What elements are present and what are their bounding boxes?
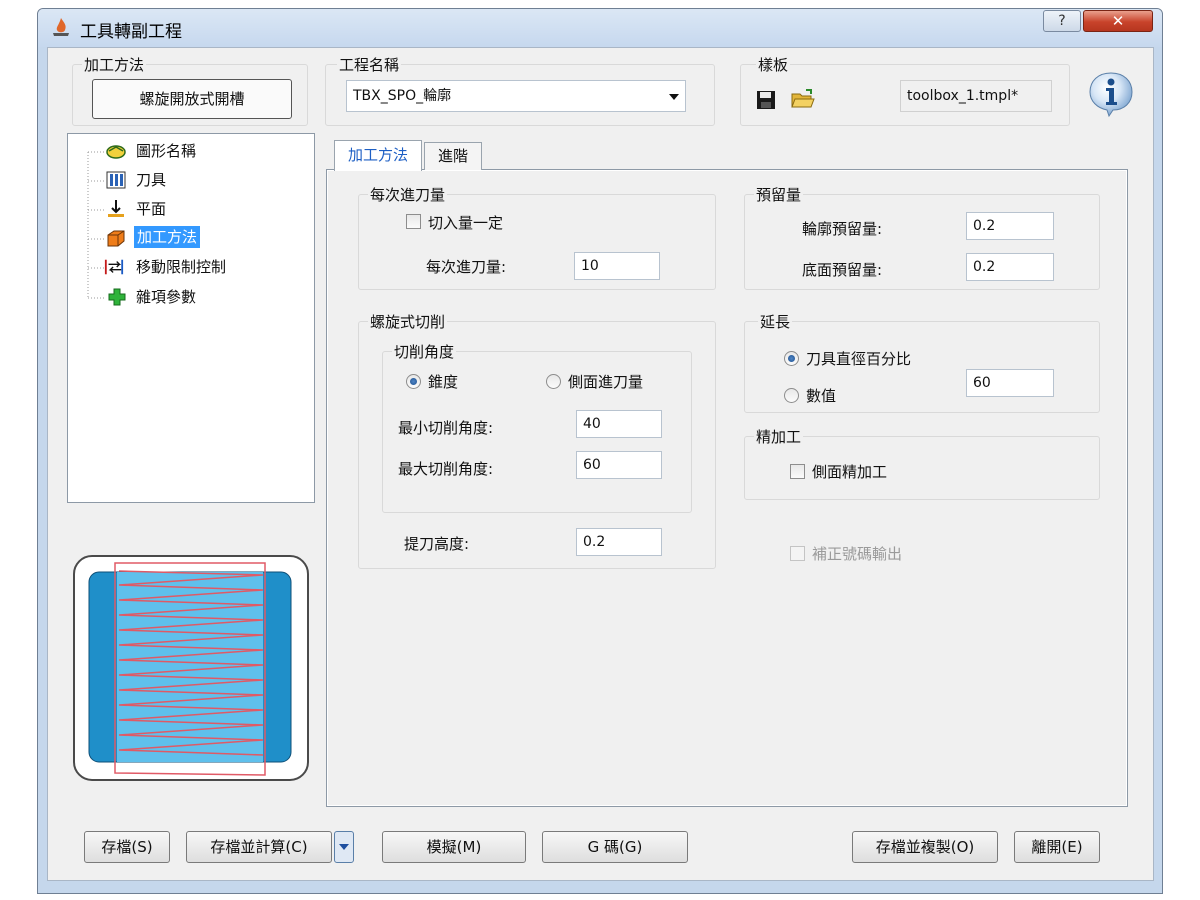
- open-folder-icon[interactable]: [791, 88, 815, 110]
- tab-advanced[interactable]: 進階: [424, 142, 482, 170]
- cut-angle-label: 切削角度: [392, 341, 457, 362]
- save-calculate-dropdown[interactable]: [334, 831, 354, 863]
- side-finishing-label: 側面精加工: [812, 463, 888, 481]
- percent-diameter-radio[interactable]: [784, 351, 799, 366]
- method-type-button[interactable]: 螺旋開放式開槽: [92, 79, 292, 119]
- feed-per-pass-label: 每次進刀量: [368, 184, 448, 205]
- method-group-label: 加工方法: [82, 54, 147, 75]
- shape-icon: [106, 145, 126, 159]
- plane-icon: [108, 200, 124, 217]
- feed-per-pass-field-label: 每次進刀量:: [426, 258, 507, 276]
- title-bar[interactable]: [38, 9, 1162, 47]
- percent-diameter-label: 刀具直徑百分比: [806, 350, 912, 368]
- gcode-button[interactable]: G 碼(G): [542, 831, 688, 863]
- feed-per-pass-input[interactable]: 10: [574, 252, 660, 280]
- side-feed-radio[interactable]: [546, 374, 561, 389]
- tree-item-method[interactable]: 加工方法: [134, 226, 201, 248]
- process-name-combobox[interactable]: TBX_SPO_輪廓: [346, 80, 686, 112]
- extension-label: 延長: [758, 311, 793, 332]
- constant-plunge-label: 切入量一定: [428, 214, 504, 232]
- tree-item-tool[interactable]: 刀具: [136, 169, 166, 191]
- finishing-label: 精加工: [754, 426, 804, 447]
- app-flame-icon: [53, 18, 69, 36]
- min-angle-input[interactable]: 40: [576, 410, 662, 438]
- tree-item-plane[interactable]: 平面: [136, 198, 166, 220]
- save-calculate-button[interactable]: 存檔並計算(C): [186, 831, 332, 863]
- toolpath-preview-image: [73, 555, 309, 781]
- close-window-button[interactable]: ✕: [1083, 10, 1153, 32]
- floor-allowance-label: 底面預留量:: [802, 261, 883, 279]
- min-angle-label: 最小切削角度:: [398, 419, 494, 437]
- max-angle-label: 最大切削角度:: [398, 460, 494, 478]
- limit-icon: [104, 259, 124, 275]
- numeric-value-label: 數值: [806, 387, 837, 405]
- template-label: 樣板: [756, 54, 791, 75]
- allowance-label: 預留量: [754, 184, 804, 205]
- taper-radio[interactable]: [406, 374, 421, 389]
- help-button[interactable]: ?: [1043, 10, 1081, 32]
- feed-per-pass-group: [358, 194, 716, 290]
- simulate-button[interactable]: 模擬(M): [382, 831, 526, 863]
- contour-allowance-input[interactable]: 0.2: [966, 212, 1054, 240]
- method-icon: [107, 230, 125, 247]
- tree-item-limit-control[interactable]: 移動限制控制: [136, 256, 226, 278]
- retract-height-label: 提刀高度:: [404, 535, 470, 553]
- constant-plunge-checkbox[interactable]: [406, 214, 421, 229]
- tab-method[interactable]: 加工方法: [334, 140, 422, 171]
- contour-allowance-label: 輪廓預留量:: [802, 220, 883, 238]
- numeric-value-radio[interactable]: [784, 388, 799, 403]
- template-file-field[interactable]: toolbox_1.tmpl*: [900, 80, 1052, 112]
- tool-icon: [106, 171, 126, 189]
- process-name-label: 工程名稱: [337, 54, 402, 75]
- save-disk-icon[interactable]: [756, 90, 776, 110]
- tree-item-misc[interactable]: 雜項參數: [136, 286, 196, 308]
- max-angle-input[interactable]: 60: [576, 451, 662, 479]
- save-copy-button[interactable]: 存檔並複製(O): [852, 831, 998, 863]
- retract-height-input[interactable]: 0.2: [576, 528, 662, 556]
- info-icon[interactable]: [1087, 70, 1135, 118]
- tree-item-shape[interactable]: 圖形名稱: [136, 140, 196, 162]
- exit-button[interactable]: 離開(E): [1014, 831, 1100, 863]
- extension-value-input[interactable]: 60: [966, 369, 1054, 397]
- compensation-output-checkbox[interactable]: [790, 546, 805, 561]
- helical-cut-label: 螺旋式切削: [368, 311, 448, 332]
- side-finishing-checkbox[interactable]: [790, 464, 805, 479]
- floor-allowance-input[interactable]: 0.2: [966, 253, 1054, 281]
- side-feed-radio-label: 側面進刀量: [568, 373, 644, 391]
- tree-connector-lines: [87, 151, 106, 299]
- chevron-down-icon: [339, 844, 349, 850]
- compensation-output-label: 補正號碼輸出: [812, 545, 903, 563]
- process-name-value: TBX_SPO_輪廓: [353, 88, 452, 104]
- misc-plus-icon: [108, 288, 126, 306]
- window-title: 工具轉副工程: [80, 22, 182, 42]
- combobox-dropdown-icon[interactable]: [668, 93, 680, 101]
- save-button[interactable]: 存檔(S): [84, 831, 170, 863]
- taper-radio-label: 錐度: [428, 373, 459, 391]
